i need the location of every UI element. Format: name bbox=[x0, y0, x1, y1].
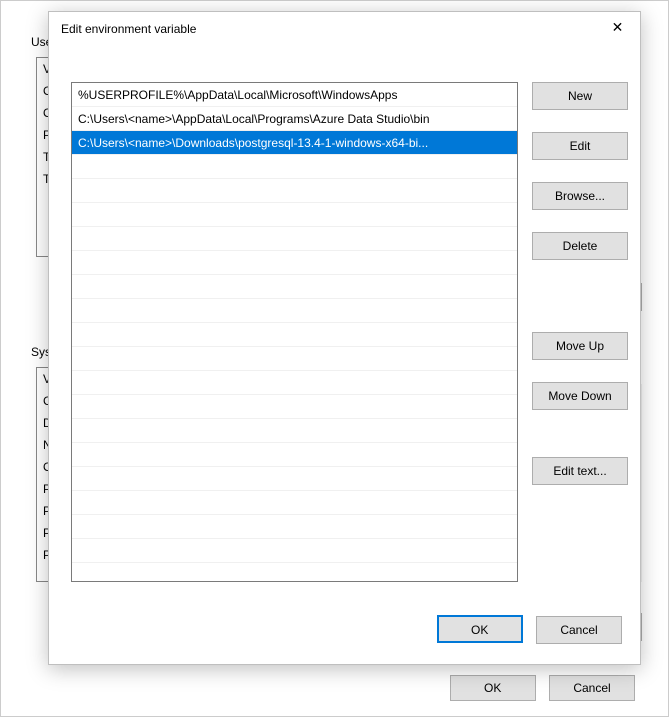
path-entry-empty[interactable] bbox=[72, 371, 517, 395]
path-entry-empty[interactable] bbox=[72, 179, 517, 203]
path-entry-empty[interactable] bbox=[72, 419, 517, 443]
path-entry[interactable]: C:\Users\<name>\AppData\Local\Programs\A… bbox=[72, 107, 517, 131]
dialog-side-buttons: New Edit Browse... Delete Move Up Move D… bbox=[532, 82, 628, 507]
path-entry-empty[interactable] bbox=[72, 251, 517, 275]
cancel-button[interactable]: Cancel bbox=[536, 616, 622, 644]
browse-button[interactable]: Browse... bbox=[532, 182, 628, 210]
edit-button[interactable]: Edit bbox=[532, 132, 628, 160]
path-entry-empty[interactable] bbox=[72, 275, 517, 299]
close-icon[interactable]: ✕ bbox=[595, 12, 640, 44]
env-ok-button[interactable]: OK bbox=[450, 675, 536, 701]
path-entry-empty[interactable] bbox=[72, 323, 517, 347]
path-entry-empty[interactable] bbox=[72, 155, 517, 179]
env-vars-footer: OK Cancel bbox=[440, 675, 635, 701]
path-entry-empty[interactable] bbox=[72, 443, 517, 467]
dialog-footer: OK Cancel bbox=[427, 615, 622, 644]
path-list[interactable]: %USERPROFILE%\AppData\Local\Microsoft\Wi… bbox=[71, 82, 518, 582]
edit-env-var-dialog: Edit environment variable ✕ %USERPROFILE… bbox=[48, 11, 641, 665]
dialog-titlebar[interactable]: Edit environment variable ✕ bbox=[49, 12, 640, 50]
path-entry-empty[interactable] bbox=[72, 299, 517, 323]
path-entry-empty[interactable] bbox=[72, 515, 517, 539]
path-entry[interactable]: %USERPROFILE%\AppData\Local\Microsoft\Wi… bbox=[72, 83, 517, 107]
dialog-body: %USERPROFILE%\AppData\Local\Microsoft\Wi… bbox=[61, 70, 628, 598]
move-up-button[interactable]: Move Up bbox=[532, 332, 628, 360]
path-entry-empty[interactable] bbox=[72, 467, 517, 491]
path-entry-empty[interactable] bbox=[72, 539, 517, 563]
move-down-button[interactable]: Move Down bbox=[532, 382, 628, 410]
env-cancel-button[interactable]: Cancel bbox=[549, 675, 635, 701]
path-entry-empty[interactable] bbox=[72, 203, 517, 227]
edit-text-button[interactable]: Edit text... bbox=[532, 457, 628, 485]
new-button[interactable]: New bbox=[532, 82, 628, 110]
path-entry[interactable]: C:\Users\<name>\Downloads\postgresql-13.… bbox=[72, 131, 517, 155]
path-entry-empty[interactable] bbox=[72, 491, 517, 515]
ok-button[interactable]: OK bbox=[437, 615, 523, 643]
path-entry-empty[interactable] bbox=[72, 347, 517, 371]
path-entry-empty[interactable] bbox=[72, 395, 517, 419]
delete-button[interactable]: Delete bbox=[532, 232, 628, 260]
dialog-title: Edit environment variable bbox=[61, 22, 196, 36]
path-entry-empty[interactable] bbox=[72, 227, 517, 251]
